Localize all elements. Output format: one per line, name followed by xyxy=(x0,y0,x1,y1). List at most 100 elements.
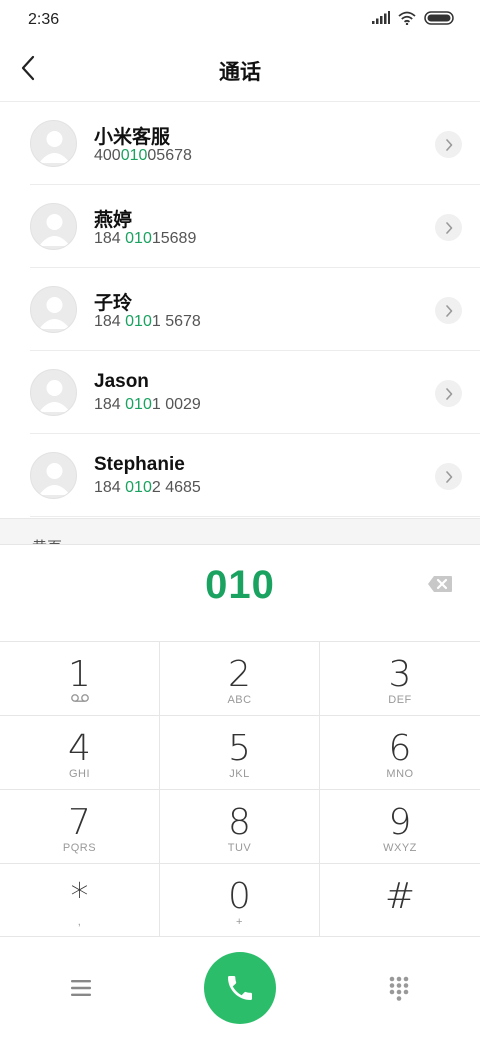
dial-display: 010 xyxy=(0,544,480,642)
key-letters: GHI xyxy=(68,768,91,780)
dialed-number: 010 xyxy=(205,563,275,607)
contact-row[interactable]: Jason 184 0101 0029 xyxy=(0,351,480,434)
call-button[interactable] xyxy=(204,952,276,1024)
number-part: 2 4685 xyxy=(151,479,201,496)
dialpad: 1 2 ABC 3 DEF 4 GHI 5 JKL 6 MNO 7 PQRS 8 TUV 9 WXYZ *, 0 + # xyxy=(0,642,480,937)
key-letters: WXYZ xyxy=(383,842,417,854)
backspace-icon xyxy=(428,576,452,592)
backspace-button[interactable] xyxy=(426,573,454,595)
menu-icon xyxy=(71,980,91,996)
page-title: 通话 xyxy=(219,61,261,84)
person-icon xyxy=(39,214,70,246)
contact-name: 燕婷 xyxy=(94,210,133,231)
chevron-right-icon xyxy=(445,138,452,151)
contact-name: Stephanie xyxy=(94,454,185,475)
number-match-highlight: 010 xyxy=(125,313,152,330)
key-digit: 0 xyxy=(228,876,251,917)
key-one[interactable]: 1 xyxy=(0,642,160,716)
battery-icon xyxy=(424,10,454,30)
key-letters: PQRS xyxy=(62,842,97,854)
contact-row[interactable]: 小米客服 40001005678 xyxy=(0,102,480,185)
key-digit: 8 xyxy=(228,802,251,843)
key-nine[interactable]: 9 WXYZ xyxy=(320,790,480,864)
menu-button[interactable] xyxy=(66,977,96,999)
avatar xyxy=(30,203,77,250)
chevron-right-icon xyxy=(445,304,452,317)
key-pound[interactable]: # xyxy=(320,864,480,937)
key-letters: MNO xyxy=(386,768,414,780)
key-five[interactable]: 5 JKL xyxy=(160,716,320,790)
number-part: 1 5678 xyxy=(151,313,201,330)
number-match-highlight: 010 xyxy=(125,396,152,413)
chevron-right-icon xyxy=(445,387,452,400)
contact-number: 184 0101 0029 xyxy=(94,396,201,414)
key-letters: , xyxy=(77,916,82,928)
person-icon xyxy=(39,131,70,163)
key-six[interactable]: 6 MNO xyxy=(320,716,480,790)
key-digit: 5 xyxy=(228,728,251,769)
number-part: 184 xyxy=(94,313,126,330)
contact-number: 184 0102 4685 xyxy=(94,479,201,497)
contact-detail-button[interactable] xyxy=(435,214,462,241)
contact-detail-button[interactable] xyxy=(435,297,462,324)
wifi-icon xyxy=(398,11,416,30)
number-part: 1 0029 xyxy=(151,396,201,413)
dialpad-icon xyxy=(389,976,409,1001)
person-icon xyxy=(39,380,70,412)
contact-name: 子玲 xyxy=(94,293,133,314)
number-match-highlight: 010 xyxy=(125,479,152,496)
number-part: 184 xyxy=(94,479,126,496)
key-digit: 2 xyxy=(228,654,251,695)
number-part: 15689 xyxy=(151,230,197,247)
contact-number: 40001005678 xyxy=(94,147,192,165)
person-icon xyxy=(39,297,70,329)
contact-number: 184 0101 5678 xyxy=(94,313,201,331)
key-digit: 6 xyxy=(388,728,412,769)
key-four[interactable]: 4 GHI xyxy=(0,716,160,790)
voicemail-icon xyxy=(0,693,159,703)
contact-row[interactable]: 燕婷 184 01015689 xyxy=(0,185,480,268)
key-digit: 7 xyxy=(68,802,91,843)
number-part: 05678 xyxy=(147,147,192,164)
chevron-right-icon xyxy=(445,221,452,234)
contact-detail-button[interactable] xyxy=(435,380,462,407)
key-letters: ABC xyxy=(227,694,252,706)
chevron-right-icon xyxy=(445,470,452,483)
contact-detail-button[interactable] xyxy=(435,463,462,490)
status-bar: 2:36 xyxy=(0,0,480,40)
contact-row[interactable]: 子玲 184 0101 5678 xyxy=(0,268,480,351)
contact-name: 小米客服 xyxy=(94,127,171,148)
key-letters: JKL xyxy=(229,768,250,780)
key-digit: 4 xyxy=(68,728,91,769)
number-part: 400 xyxy=(94,147,121,164)
contact-row[interactable]: Stephanie 184 0102 4685 xyxy=(0,434,480,517)
key-letters: DEF xyxy=(388,694,412,706)
key-zero[interactable]: 0 + xyxy=(160,864,320,937)
key-star[interactable]: *, xyxy=(0,864,160,937)
number-match-highlight: 010 xyxy=(125,230,152,247)
avatar xyxy=(30,452,77,499)
phone-icon xyxy=(228,976,252,1000)
key-digit: * xyxy=(70,876,89,917)
key-digit: # xyxy=(384,876,416,917)
contact-detail-button[interactable] xyxy=(435,131,462,158)
section-divider: 黄页 xyxy=(0,518,480,544)
number-match-highlight: 010 xyxy=(120,147,148,164)
number-part: 184 xyxy=(94,396,126,413)
contact-name: Jason xyxy=(94,371,149,392)
key-three[interactable]: 3 DEF xyxy=(320,642,480,716)
key-eight[interactable]: 8 TUV xyxy=(160,790,320,864)
status-time: 2:36 xyxy=(28,11,60,28)
key-digit: 3 xyxy=(388,654,412,695)
key-two[interactable]: 2 ABC xyxy=(160,642,320,716)
dialpad-toggle-button[interactable] xyxy=(384,975,414,1001)
section-label-yellow-pages: 黄页 xyxy=(32,536,62,544)
key-letters: + xyxy=(236,916,243,928)
header: 通话 xyxy=(0,40,480,102)
key-seven[interactable]: 7 PQRS xyxy=(0,790,160,864)
avatar xyxy=(30,286,77,333)
number-part: 184 xyxy=(94,230,126,247)
key-letters: TUV xyxy=(227,842,252,854)
status-icons xyxy=(372,10,454,30)
contact-results-list: 小米客服 40001005678 燕婷 184 01015689 子玲 184 0101 … xyxy=(0,102,480,518)
